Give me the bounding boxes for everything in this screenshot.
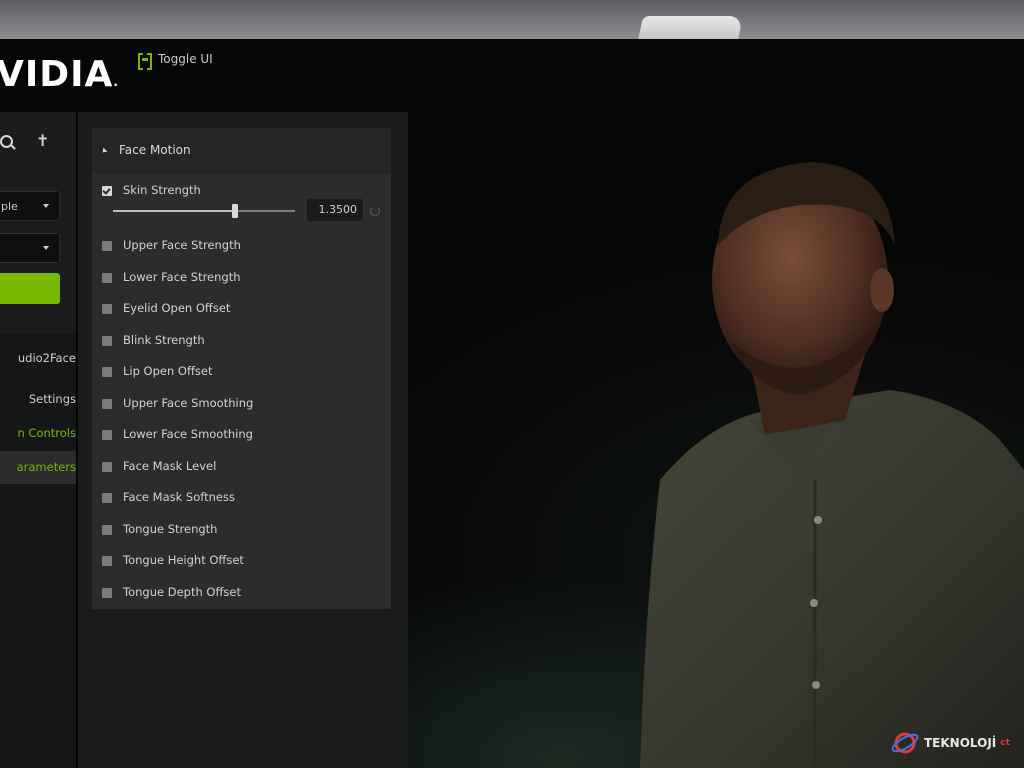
checkbox-lower-face-smoothing[interactable] (102, 430, 112, 440)
watermark-suffix: ct (1000, 738, 1010, 748)
preset-dropdown[interactable] (0, 233, 60, 263)
character-dropdown[interactable]: ple (0, 191, 60, 221)
checkbox-tongue-depth-offset[interactable] (102, 588, 112, 598)
background-top-strip (0, 0, 1024, 46)
checkbox-tongue-height-offset[interactable] (102, 556, 112, 566)
checkbox-tongue-strength[interactable] (102, 525, 112, 535)
logo-mark: . (113, 75, 119, 89)
label-upper-face-strength: Upper Face Strength (123, 238, 241, 252)
walk-icon[interactable]: ✝ (36, 133, 49, 149)
toggle-ui-icon (138, 52, 152, 70)
section-title: Face Motion (119, 143, 191, 157)
search-icon[interactable] (0, 135, 14, 149)
skin-strength-value-field[interactable]: 1.3500 (307, 199, 363, 221)
label-upper-face-smoothing: Upper Face Smoothing (123, 396, 254, 410)
checkbox-skin-strength[interactable] (102, 186, 112, 196)
checkbox-eyelid-open-offset[interactable] (102, 304, 112, 314)
sidebar-item-settings[interactable]: Settings (29, 392, 76, 406)
primary-action-button[interactable] (0, 273, 60, 304)
reset-icon[interactable] (370, 206, 380, 216)
checkbox-lower-face-strength[interactable] (102, 273, 112, 283)
sidebar-item-emotion-controls[interactable]: n Controls (17, 426, 76, 440)
checkbox-blink-strength[interactable] (102, 336, 112, 346)
label-blink-strength: Blink Strength (123, 333, 205, 347)
teknoloji-logo-icon (891, 732, 919, 754)
label-lip-open-offset: Lip Open Offset (123, 364, 213, 378)
label-eyelid-open-offset: Eyelid Open Offset (123, 301, 231, 315)
sidebar-item-parameters[interactable]: arameters (17, 460, 76, 474)
label-lower-face-smoothing: Lower Face Smoothing (123, 427, 253, 441)
checkbox-lip-open-offset[interactable] (102, 367, 112, 377)
chevron-down-icon (43, 246, 49, 250)
digital-human-avatar (640, 162, 1024, 768)
checkbox-face-mask-level[interactable] (102, 462, 112, 472)
checkbox-upper-face-strength[interactable] (102, 241, 112, 251)
nvidia-logo: VIDIA. (0, 54, 119, 95)
checkbox-face-mask-softness[interactable] (102, 493, 112, 503)
logo-text: VIDIA (0, 54, 114, 95)
label-tongue-strength: Tongue Strength (123, 522, 218, 536)
label-face-mask-level: Face Mask Level (123, 459, 217, 473)
label-face-mask-softness: Face Mask Softness (123, 490, 235, 504)
checkbox-upper-face-smoothing[interactable] (102, 399, 112, 409)
label-skin-strength: Skin Strength (123, 183, 201, 197)
teknoloji-watermark: TEKNOLOJİ ct (890, 728, 1010, 758)
chevron-down-icon (43, 204, 49, 208)
skin-strength-slider[interactable] (113, 204, 295, 218)
label-lower-face-strength: Lower Face Strength (123, 270, 241, 284)
slider-fill (113, 210, 235, 212)
character-dropdown-value: ple (1, 200, 18, 213)
label-tongue-height-offset: Tongue Height Offset (123, 553, 244, 567)
slider-handle[interactable] (231, 204, 238, 218)
toggle-ui-button[interactable]: Toggle UI (138, 52, 213, 70)
watermark-text: TEKNOLOJİ (924, 736, 997, 750)
sidebar-item-audio2face[interactable]: udio2Face (18, 351, 76, 365)
label-tongue-depth-offset: Tongue Depth Offset (123, 585, 241, 599)
toggle-ui-label: Toggle UI (158, 52, 213, 66)
